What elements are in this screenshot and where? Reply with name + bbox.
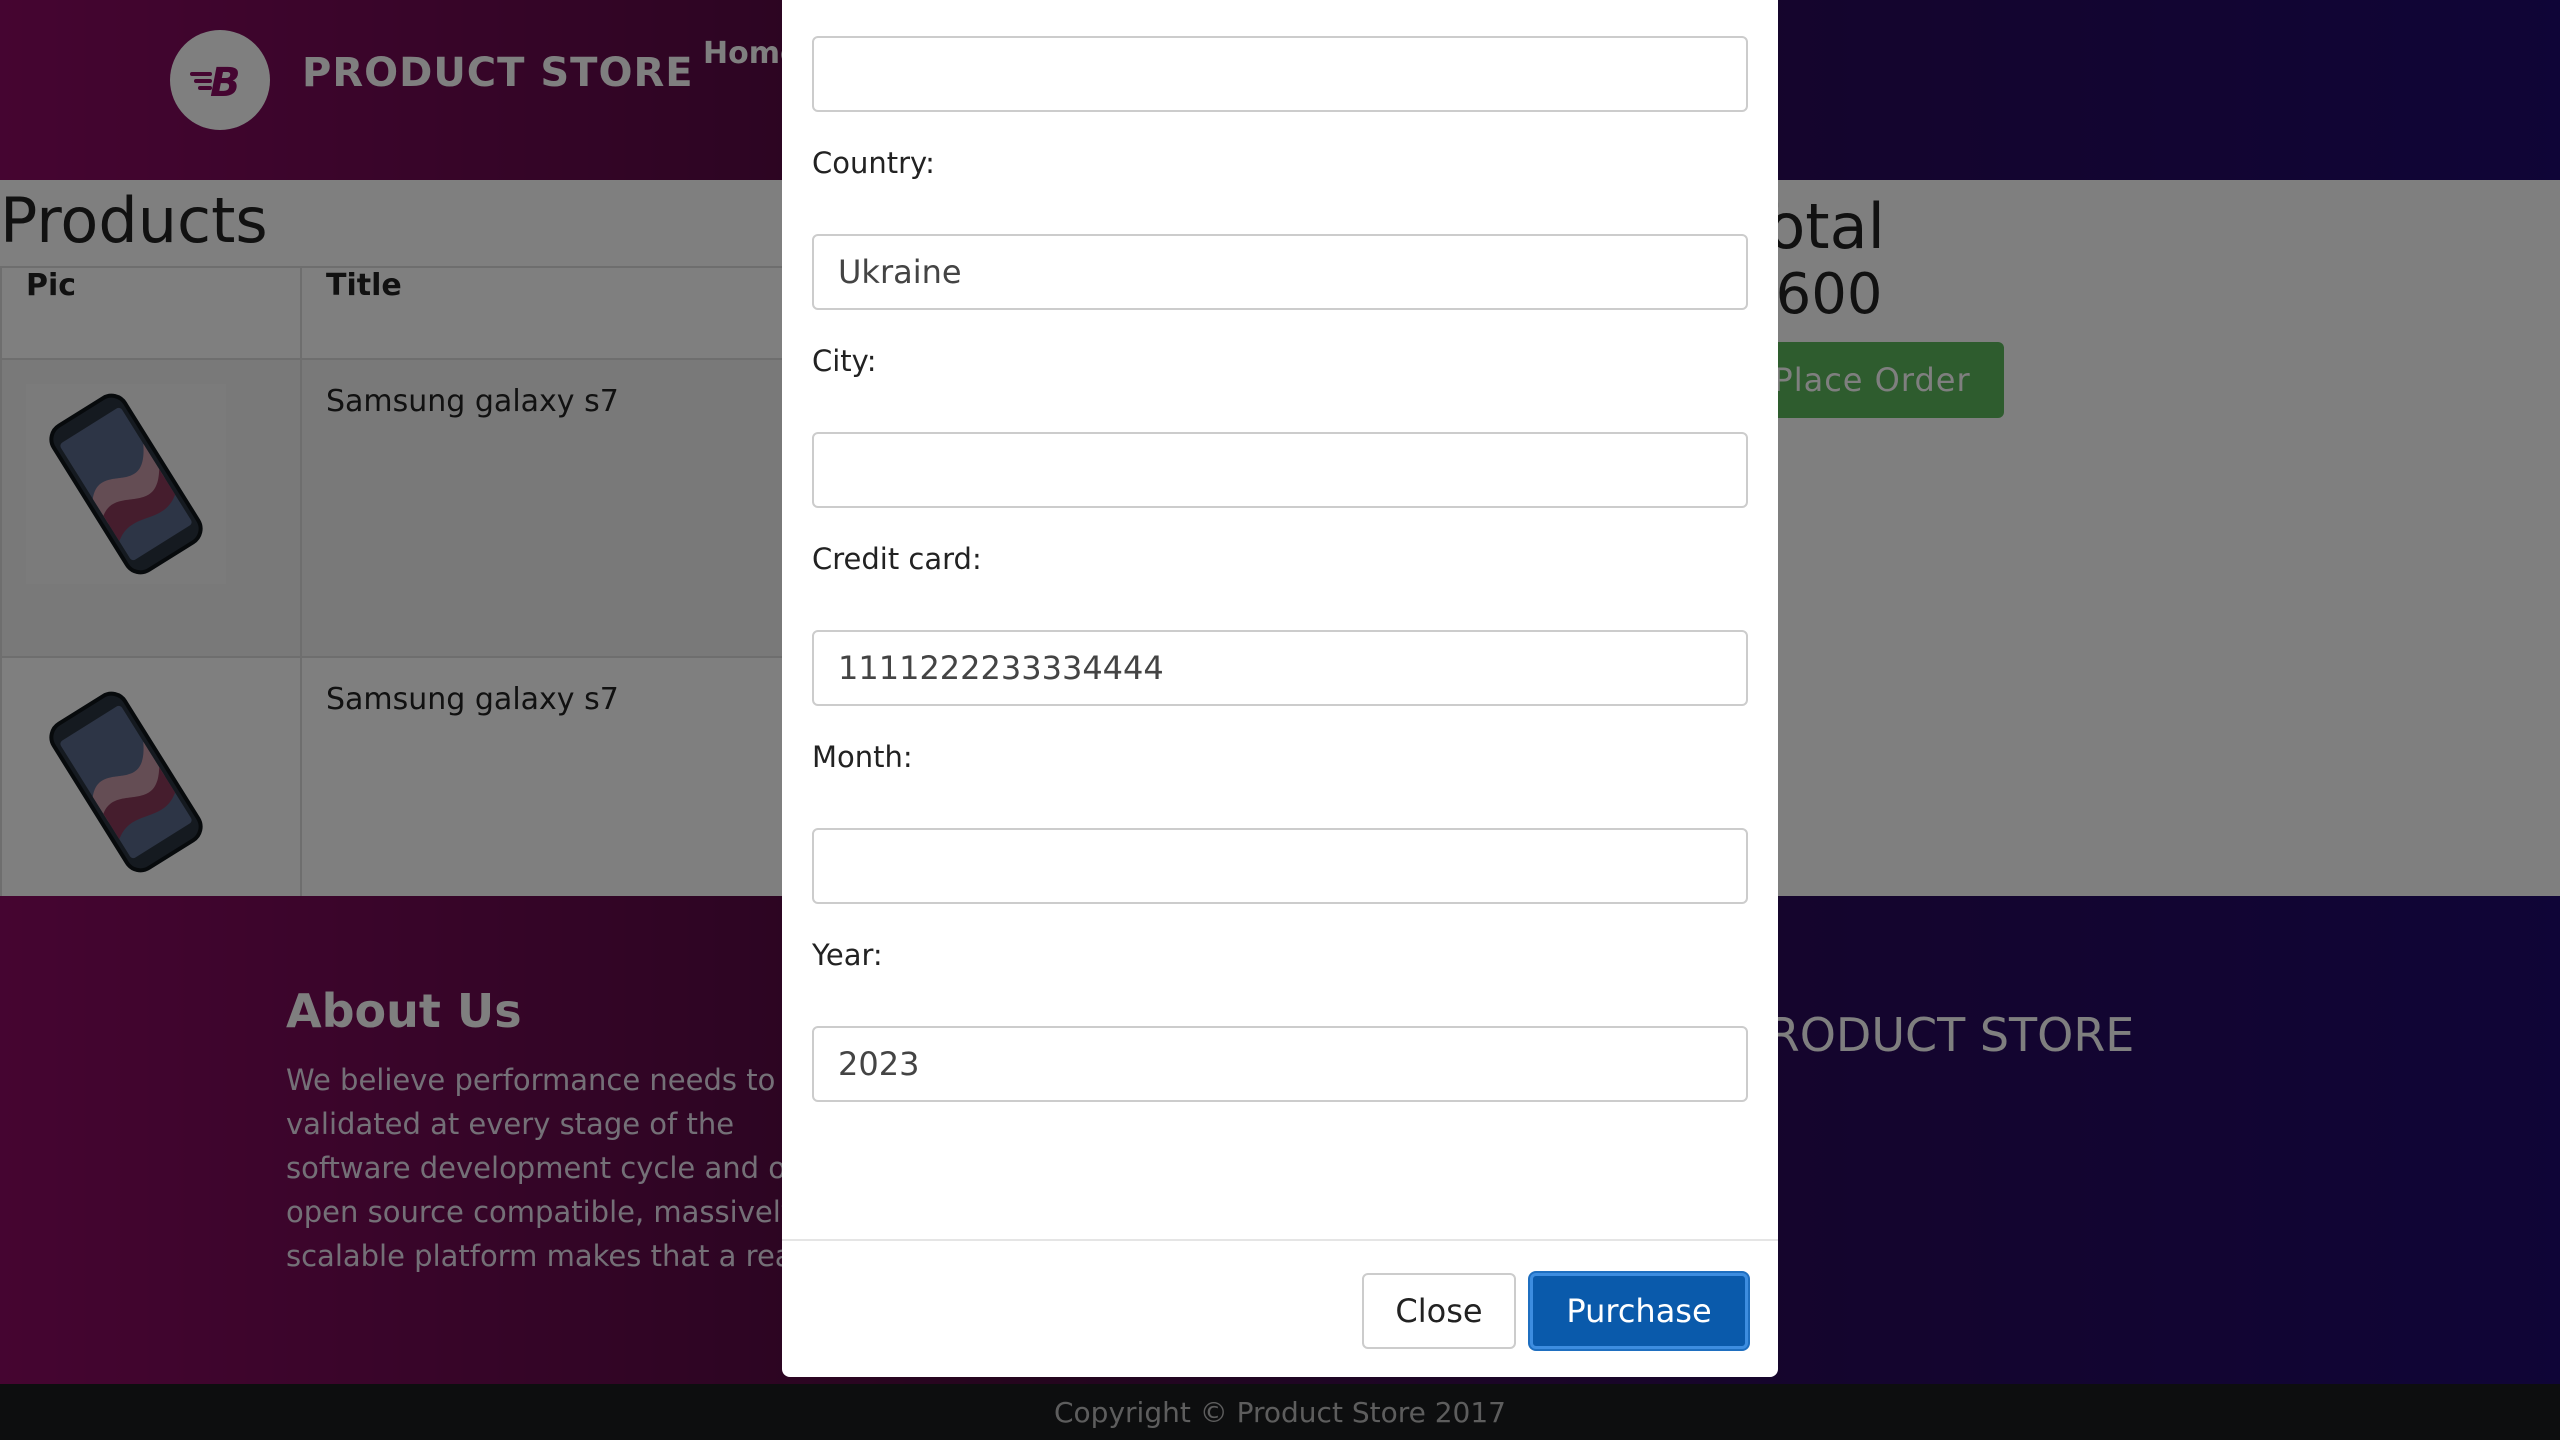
city-field[interactable]: [812, 432, 1748, 508]
year-label: Year:: [812, 938, 883, 972]
country-field[interactable]: Ukraine: [812, 234, 1748, 310]
purchase-button[interactable]: Purchase: [1530, 1273, 1748, 1349]
month-field[interactable]: [812, 828, 1748, 904]
country-label: Country:: [812, 146, 935, 180]
name-field[interactable]: [812, 36, 1748, 112]
modal-footer: Close Purchase: [782, 1239, 1778, 1379]
month-label: Month:: [812, 740, 913, 774]
credit-card-label: Credit card:: [812, 542, 982, 576]
place-order-modal: Country: Ukraine City: Credit card: 1111…: [782, 0, 1778, 1377]
close-button[interactable]: Close: [1362, 1273, 1516, 1349]
credit-card-field[interactable]: 1111222233334444: [812, 630, 1748, 706]
city-label: City:: [812, 344, 877, 378]
year-field[interactable]: 2023: [812, 1026, 1748, 1102]
